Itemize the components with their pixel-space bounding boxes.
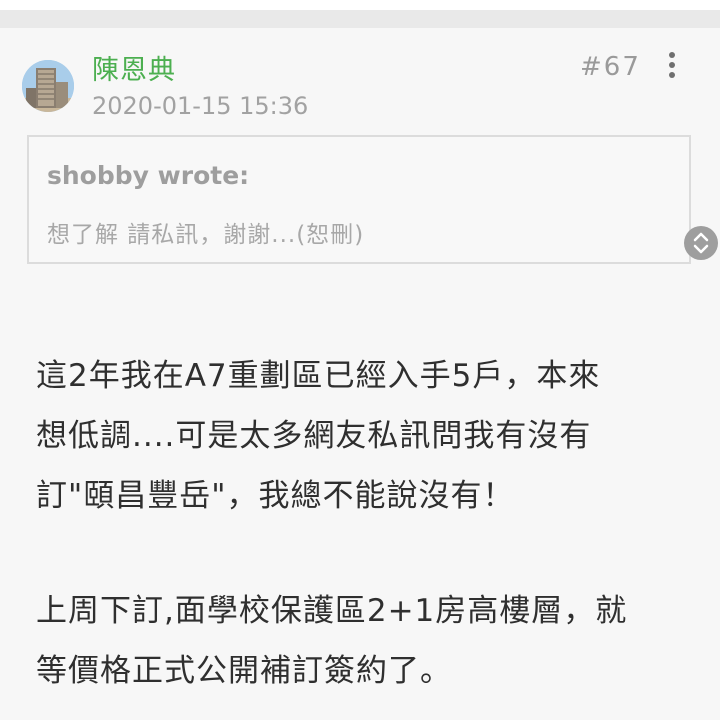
text-line: 這2年我在A7重劃區已經入手5戶，本來 (36, 358, 601, 394)
author-name[interactable]: 陳恩典 (92, 48, 176, 87)
post-paragraph: 這2年我在A7重劃區已經入手5戶，本來 想低調....可是太多網友私訊問我有沒有… (36, 346, 696, 526)
text-line: 上周下訂,面學校保護區2+1房高樓層，就 (36, 593, 628, 629)
floor-number: #67 (580, 52, 641, 82)
post-paragraph: 上周下訂,面學校保護區2+1房高樓層，就 等價格正式公開補訂簽約了。 (36, 581, 696, 701)
post-timestamp: 2020-01-15 15:36 (92, 92, 309, 120)
text-line: 想低調....可是太多網友私訊問我有沒有 (36, 418, 592, 454)
more-vertical-icon[interactable] (662, 52, 682, 82)
top-divider (0, 10, 720, 28)
quote-block: shobby wrote: 想了解 請私訊，謝謝...(恕刪) (27, 135, 691, 264)
scroll-toggle-button[interactable] (684, 226, 718, 260)
building-avatar-icon (22, 60, 74, 112)
quote-text: 想了解 請私訊，謝謝...(恕刪) (47, 222, 365, 248)
top-band (0, 0, 720, 28)
quote-author: shobby wrote: (47, 161, 250, 190)
avatar[interactable] (22, 60, 74, 112)
text-line: 等價格正式公開補訂簽約了。 (36, 653, 452, 689)
post-body: 這2年我在A7重劃區已經入手5戶，本來 想低調....可是太多網友私訊問我有沒有… (36, 346, 696, 701)
chevron-up-down-icon (693, 232, 709, 254)
text-line: 訂"頤昌豐岳"，我總不能說沒有！ (36, 478, 515, 514)
forum-post: 陳恩典 2020-01-15 15:36 #67 shobby wrote: 想… (0, 28, 720, 720)
